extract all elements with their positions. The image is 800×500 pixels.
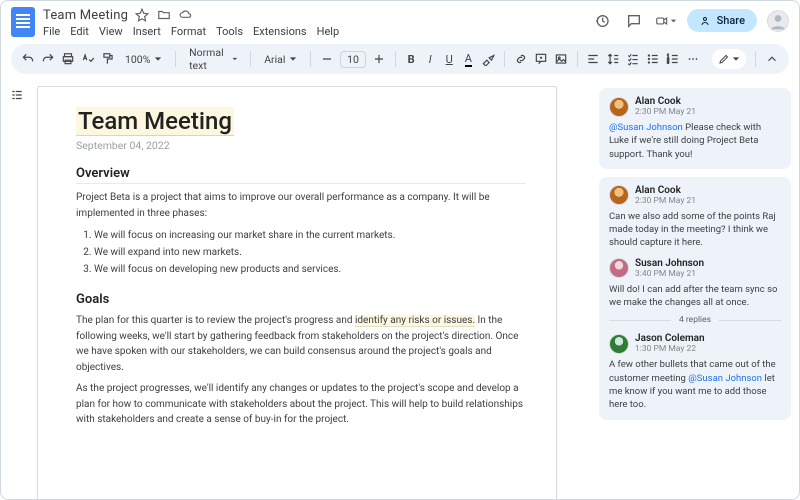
doc-heading-overview: Overview (76, 166, 526, 184)
app-header: Team Meeting File Edit View Insert Forma… (1, 1, 799, 38)
menu-edit[interactable]: Edit (70, 25, 89, 38)
overview-paragraph: Project Beta is a project that aims to i… (76, 190, 526, 221)
font-family-value: Arial (264, 53, 285, 66)
document-outline-icon[interactable] (8, 86, 26, 104)
add-comment-icon[interactable] (534, 50, 548, 68)
star-icon[interactable] (134, 7, 150, 23)
replies-collapsed-label[interactable]: 4 replies (609, 315, 781, 325)
svg-text:3: 3 (667, 61, 669, 65)
doc-date: September 04, 2022 (76, 139, 526, 152)
line-spacing-icon[interactable] (606, 50, 620, 68)
google-docs-logo-icon[interactable] (11, 7, 35, 37)
zoom-value: 100% (125, 53, 150, 66)
mention[interactable]: @Susan Johnson (688, 373, 762, 384)
toolbar: 100% Normal text Arial 10 B I U A 123 (11, 44, 789, 74)
highlight-color-icon[interactable] (481, 50, 495, 68)
doc-heading-1: Team Meeting (76, 107, 234, 136)
more-tools-icon[interactable] (686, 50, 700, 68)
comments-panel: Alan Cook 2:30 PM May 21 @Susan Johnson … (599, 82, 799, 499)
font-family-select[interactable]: Arial (260, 53, 301, 66)
comment-body: Will do! I can add after the team sync s… (609, 283, 781, 310)
spellcheck-icon[interactable] (81, 50, 95, 68)
undo-icon[interactable] (21, 50, 35, 68)
align-icon[interactable] (586, 50, 600, 68)
history-icon[interactable] (591, 10, 613, 32)
share-button-label: Share (717, 14, 745, 27)
collapse-toolbar-icon[interactable] (765, 50, 779, 68)
increase-font-size-button[interactable] (372, 50, 386, 68)
comment-time: 1:30 PM May 22 (635, 344, 705, 354)
text-run: The plan for this quarter is to review t… (76, 315, 355, 326)
menu-extensions[interactable]: Extensions (253, 25, 307, 38)
comment-card[interactable]: Alan Cook 2:30 PM May 21 Can we also add… (599, 177, 791, 420)
paint-format-icon[interactable] (101, 50, 115, 68)
menu-insert[interactable]: Insert (133, 25, 161, 38)
comment-avatar (609, 258, 629, 278)
list-item: We will focus on developing new products… (94, 261, 526, 278)
redo-icon[interactable] (41, 50, 55, 68)
print-icon[interactable] (61, 50, 75, 68)
menu-file[interactable]: File (43, 25, 60, 38)
numbered-list-icon[interactable]: 123 (666, 50, 680, 68)
list-item: We will focus on increasing our market s… (94, 227, 526, 244)
document-title[interactable]: Team Meeting (43, 8, 128, 23)
goals-paragraph-1: The plan for this quarter is to review t… (76, 313, 526, 375)
replies-count: 4 replies (679, 315, 711, 325)
document-page[interactable]: Team Meeting September 04, 2022 Overview… (37, 86, 557, 499)
comment-time: 3:40 PM May 21 (635, 269, 704, 279)
menu-view[interactable]: View (99, 25, 123, 38)
comment-author: Alan Cook (635, 96, 696, 107)
menu-tools[interactable]: Tools (216, 25, 243, 38)
italic-icon[interactable]: I (424, 50, 437, 68)
insert-image-icon[interactable] (554, 50, 568, 68)
zoom-select[interactable]: 100% (121, 53, 166, 66)
highlighted-text: identify any risks or issues. (355, 315, 475, 327)
underline-icon[interactable]: U (443, 50, 456, 68)
share-button[interactable]: Share (687, 9, 757, 32)
comment-time: 2:30 PM May 21 (635, 107, 696, 117)
doc-heading-goals: Goals (76, 292, 526, 307)
bold-icon[interactable]: B (405, 50, 418, 68)
phases-list: We will focus on increasing our market s… (94, 227, 526, 278)
paragraph-style-value: Normal text (189, 46, 228, 72)
comment-time: 2:30 PM May 21 (635, 196, 696, 206)
comment-body: A few other bullets that came out of the… (609, 358, 781, 411)
meet-video-icon[interactable] (655, 10, 677, 32)
comment-author: Alan Cook (635, 185, 696, 196)
comment-body: Can we also add some of the points Raj m… (609, 210, 781, 250)
text-color-icon[interactable]: A (462, 50, 475, 68)
editing-mode-select[interactable] (712, 49, 746, 69)
comment-avatar (609, 97, 629, 117)
menu-help[interactable]: Help (317, 25, 340, 38)
list-item: We will expand into new markets. (94, 244, 526, 261)
comment-avatar (609, 334, 629, 354)
comment-author: Jason Coleman (635, 333, 705, 344)
decrease-font-size-button[interactable] (320, 50, 334, 68)
insert-link-icon[interactable] (514, 50, 528, 68)
comment-author: Susan Johnson (635, 258, 704, 269)
paragraph-style-select[interactable]: Normal text (185, 46, 241, 72)
comment-body: @Susan Johnson Please check with Luke if… (609, 121, 781, 161)
comment-card[interactable]: Alan Cook 2:30 PM May 21 @Susan Johnson … (599, 88, 791, 169)
checklist-icon[interactable] (626, 50, 640, 68)
comments-icon[interactable] (623, 10, 645, 32)
comment-avatar (609, 185, 629, 205)
bulleted-list-icon[interactable] (646, 50, 660, 68)
account-avatar[interactable] (767, 10, 789, 32)
goals-paragraph-2: As the project progresses, we'll identif… (76, 381, 526, 428)
mention[interactable]: @Susan Johnson (609, 122, 683, 133)
menu-format[interactable]: Format (171, 25, 206, 38)
move-to-folder-icon[interactable] (156, 7, 172, 23)
menu-bar: File Edit View Insert Format Tools Exten… (43, 25, 339, 38)
cloud-saved-icon[interactable] (178, 7, 194, 23)
font-size-input[interactable]: 10 (340, 51, 366, 68)
